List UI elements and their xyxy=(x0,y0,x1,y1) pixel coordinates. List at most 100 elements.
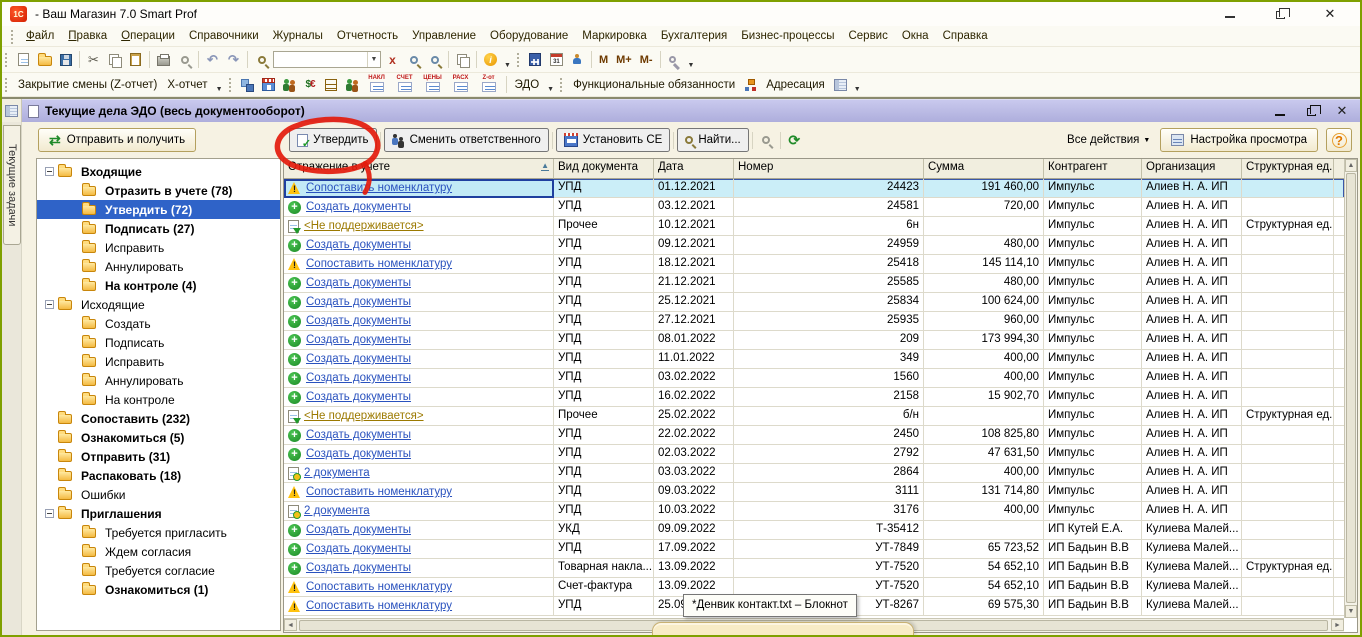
action-link[interactable]: Сопоставить номенклатуру xyxy=(306,258,452,270)
reports-dropdown-icon[interactable]: ▼ xyxy=(213,86,226,93)
contractor-cell[interactable]: ИП Кутей Е.А. xyxy=(1044,521,1142,540)
vertical-scrollbar[interactable]: ▲ ▼ xyxy=(1344,159,1357,618)
edo-button[interactable]: ЭДО xyxy=(510,79,545,91)
unit-cell[interactable] xyxy=(1242,426,1334,445)
tree-item[interactable]: Аннулировать xyxy=(37,257,280,276)
row-marker-cell[interactable] xyxy=(1334,350,1344,369)
minimize-button[interactable] xyxy=(1222,7,1238,21)
doc-type-cell[interactable]: УПД xyxy=(554,331,654,350)
collapse-icon[interactable] xyxy=(45,509,54,518)
table-row[interactable]: Сопоставить номенклатуруУПД18.12.2021254… xyxy=(284,255,1344,274)
reflection-cell[interactable]: +Создать документы xyxy=(284,388,554,407)
scroll-down-icon[interactable]: ▼ xyxy=(1345,605,1357,618)
tree-item[interactable]: На контроле (4) xyxy=(37,276,280,295)
info-icon[interactable]: i xyxy=(480,50,501,70)
tree-item[interactable]: Входящие xyxy=(37,162,280,181)
column-header[interactable]: Организация xyxy=(1142,159,1242,179)
unit-cell[interactable]: Структурная ед... xyxy=(1242,217,1334,236)
reflection-cell[interactable]: +Создать документы xyxy=(284,198,554,217)
reflection-cell[interactable]: +Создать документы xyxy=(284,331,554,350)
unit-cell[interactable] xyxy=(1242,236,1334,255)
action-link[interactable]: Создать документы xyxy=(306,334,411,346)
organization-cell[interactable]: Алиев Н. А. ИП xyxy=(1142,274,1242,293)
organization-cell[interactable]: Алиев Н. А. ИП xyxy=(1142,426,1242,445)
organization-cell[interactable]: Алиев Н. А. ИП xyxy=(1142,388,1242,407)
staff-icon[interactable] xyxy=(342,75,363,95)
send-receive-button[interactable]: ⇄ Отправить и получить xyxy=(38,128,196,152)
user-rights-icon[interactable] xyxy=(567,50,588,70)
sum-cell[interactable]: 480,00 xyxy=(924,274,1044,293)
toolbar-grip[interactable] xyxy=(4,52,9,67)
tree-item[interactable]: Ошибки xyxy=(37,485,280,504)
row-marker-cell[interactable] xyxy=(1334,388,1344,407)
unit-cell[interactable] xyxy=(1242,445,1334,464)
doc-type-cell[interactable]: УПД xyxy=(554,236,654,255)
toolbar-grip[interactable] xyxy=(10,29,15,44)
reflection-cell[interactable]: Сопоставить номенклатуру xyxy=(284,578,554,597)
undo-icon[interactable]: ↶ xyxy=(202,50,223,70)
doc-type-cell[interactable]: УПД xyxy=(554,274,654,293)
action-link[interactable]: Создать документы xyxy=(306,448,411,460)
row-marker-cell[interactable] xyxy=(1334,578,1344,597)
reflection-cell[interactable]: +Создать документы xyxy=(284,236,554,255)
column-header[interactable]: Вид документа xyxy=(554,159,654,179)
doc-type-cell[interactable]: УПД xyxy=(554,502,654,521)
reflection-cell[interactable]: Сопоставить номенклатуру xyxy=(284,179,554,198)
date-cell[interactable]: 25.12.2021 xyxy=(654,293,734,312)
contractor-cell[interactable]: Импульс xyxy=(1044,331,1142,350)
action-link[interactable]: Сопоставить номенклатуру xyxy=(306,581,452,593)
sum-cell[interactable]: 54 652,10 xyxy=(924,559,1044,578)
unit-cell[interactable] xyxy=(1242,483,1334,502)
tree-item[interactable]: Отразить в учете (78) xyxy=(37,181,280,200)
row-marker-cell[interactable] xyxy=(1334,540,1344,559)
paste-icon[interactable] xyxy=(125,50,146,70)
doc-type-cell[interactable]: Прочее xyxy=(554,217,654,236)
memory-m-minus-button[interactable]: M- xyxy=(636,54,657,66)
menu-item[interactable]: Отчетность xyxy=(330,28,405,44)
sum-cell[interactable]: 400,00 xyxy=(924,369,1044,388)
reflection-cell[interactable]: +Создать документы xyxy=(284,559,554,578)
action-link[interactable]: Сопоставить номенклатуру xyxy=(306,600,452,612)
action-link[interactable]: Создать документы xyxy=(306,562,411,574)
action-link[interactable]: 2 документа xyxy=(304,467,370,479)
sum-cell[interactable]: 191 460,00 xyxy=(924,179,1044,198)
view-settings-button[interactable]: Настройка просмотра xyxy=(1160,128,1318,152)
table-row[interactable]: +Создать документыУПД21.12.202125585480,… xyxy=(284,274,1344,293)
restore-button[interactable] xyxy=(1272,7,1288,21)
doc-type-cell[interactable]: Товарная накла... xyxy=(554,559,654,578)
date-cell[interactable]: 08.01.2022 xyxy=(654,331,734,350)
date-cell[interactable]: 09.09.2022 xyxy=(654,521,734,540)
quick-doc-button[interactable]: Z-от xyxy=(476,75,502,95)
number-cell[interactable]: 25418 xyxy=(734,255,924,274)
toolbar-grip[interactable] xyxy=(4,77,9,92)
unit-cell[interactable] xyxy=(1242,293,1334,312)
contractor-cell[interactable]: Импульс xyxy=(1044,198,1142,217)
number-cell[interactable]: 6н xyxy=(734,217,924,236)
copy-icon[interactable] xyxy=(104,50,125,70)
reflection-cell[interactable]: +Создать документы xyxy=(284,274,554,293)
doc-type-cell[interactable]: УПД xyxy=(554,464,654,483)
tree-item[interactable]: Сопоставить (232) xyxy=(37,409,280,428)
action-link[interactable]: Сопоставить номенклатуру xyxy=(306,486,452,498)
unit-cell[interactable] xyxy=(1242,388,1334,407)
date-cell[interactable]: 18.12.2021 xyxy=(654,255,734,274)
organization-cell[interactable]: Алиев Н. А. ИП xyxy=(1142,331,1242,350)
tree-item[interactable]: Ждем согласия xyxy=(37,542,280,561)
date-cell[interactable]: 03.03.2022 xyxy=(654,464,734,483)
clear-find-icon[interactable] xyxy=(756,130,777,150)
cut-icon[interactable]: ✂ xyxy=(83,50,104,70)
row-marker-cell[interactable] xyxy=(1334,369,1344,388)
contractor-cell[interactable]: Импульс xyxy=(1044,350,1142,369)
tree-item[interactable]: Аннулировать xyxy=(37,371,280,390)
menu-item[interactable]: Справочники xyxy=(182,28,266,44)
date-cell[interactable]: 11.01.2022 xyxy=(654,350,734,369)
organization-cell[interactable]: Алиев Н. А. ИП xyxy=(1142,483,1242,502)
contractor-cell[interactable]: Импульс xyxy=(1044,236,1142,255)
contractor-cell[interactable]: Импульс xyxy=(1044,312,1142,331)
sum-cell[interactable] xyxy=(924,521,1044,540)
calendar-icon[interactable]: 31 xyxy=(546,50,567,70)
menu-item[interactable]: Оборудование xyxy=(483,28,575,44)
action-link[interactable]: Создать документы xyxy=(306,201,411,213)
row-marker-cell[interactable] xyxy=(1334,274,1344,293)
copy-special-icon[interactable] xyxy=(452,50,473,70)
